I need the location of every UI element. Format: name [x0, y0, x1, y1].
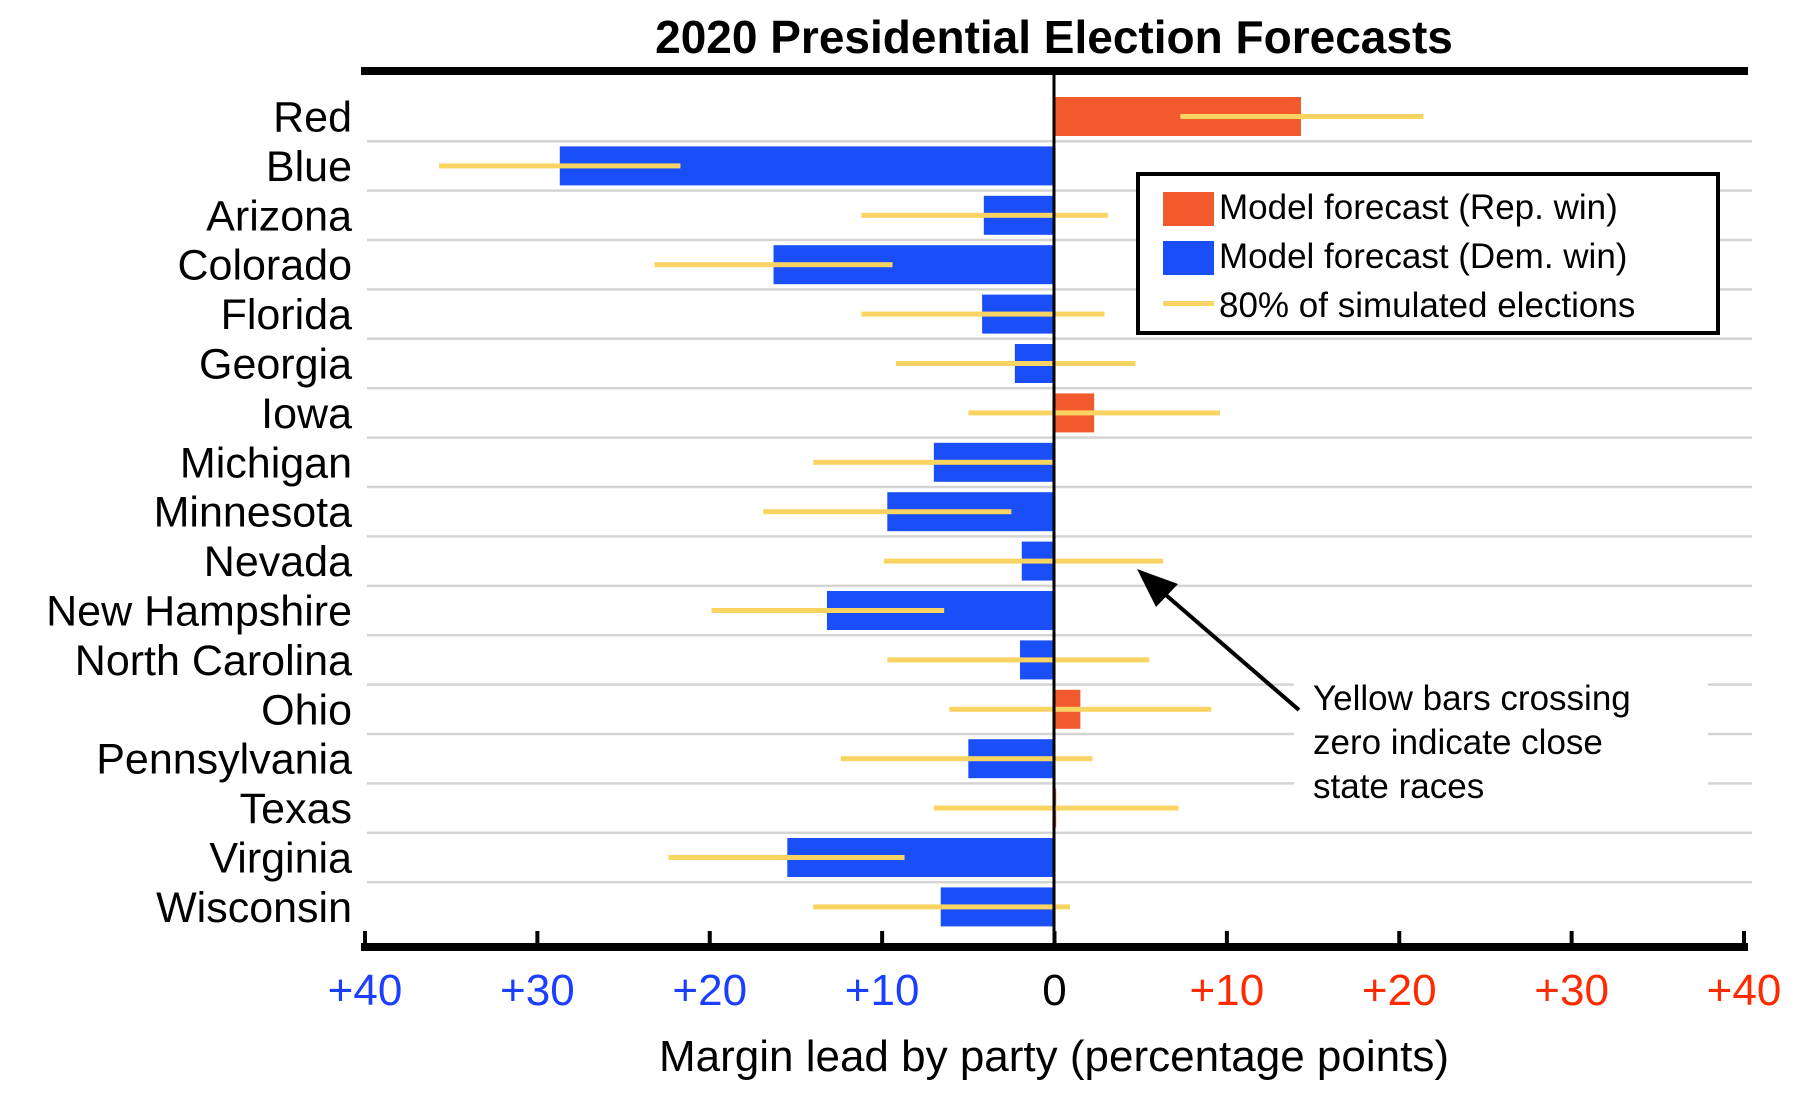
- legend-swatch-dem: [1163, 241, 1214, 275]
- interval-line-texas: [933, 805, 1179, 811]
- grid-line: [367, 584, 1752, 588]
- interval-line-colorado: [654, 262, 893, 268]
- grid-line: [367, 831, 1752, 835]
- x-tick-label: +30: [1534, 966, 1609, 1015]
- x-tick-label: +40: [1707, 966, 1782, 1015]
- category-labels: RedBlueArizonaColoradoFloridaGeorgiaIowa…: [46, 94, 352, 932]
- grid-line: [367, 139, 1752, 143]
- x-tick-mark: [1224, 931, 1229, 945]
- interval-line-red: [1180, 114, 1424, 119]
- category-label: North Carolina: [75, 637, 352, 685]
- top-frame-line: [361, 67, 1748, 75]
- interval-line-arizona: [861, 212, 1108, 218]
- interval-line-michigan: [813, 459, 1055, 465]
- annotation-line-2: zero indicate close: [1313, 723, 1603, 762]
- legend-label-dem: Model forecast (Dem. win): [1219, 237, 1627, 276]
- legend-swatch-interval: [1163, 301, 1214, 306]
- category-label: Virginia: [209, 835, 352, 883]
- zero-line: [1052, 75, 1056, 947]
- category-label: Pennsylvania: [96, 736, 352, 784]
- grid-line: [367, 436, 1752, 439]
- x-tick-label: +20: [672, 966, 747, 1015]
- x-tick-label: +10: [845, 966, 920, 1015]
- legend-label-rep: Model forecast (Rep. win): [1219, 188, 1618, 227]
- x-tick-mark: [1569, 931, 1574, 945]
- grid-line: [367, 535, 1752, 538]
- legend: Model forecast (Rep. win) Model forecast…: [1136, 172, 1720, 335]
- category-label: Wisconsin: [156, 884, 352, 932]
- interval-line-georgia: [895, 361, 1136, 366]
- x-tick-label: +40: [328, 966, 403, 1015]
- category-label: Arizona: [206, 192, 352, 240]
- legend-label-interval: 80% of simulated elections: [1219, 286, 1635, 325]
- category-label: Iowa: [261, 390, 352, 438]
- category-label: Colorado: [178, 242, 353, 290]
- grid-line: [367, 880, 1752, 884]
- interval-line-wisconsin: [813, 904, 1071, 910]
- x-axis-title: Margin lead by party (percentage points): [659, 1032, 1449, 1081]
- interval-line-florida: [861, 311, 1105, 317]
- x-tick-mark: [1742, 931, 1746, 945]
- category-label: Red: [273, 94, 352, 142]
- category-label: Texas: [240, 785, 352, 833]
- grid-line: [367, 386, 1752, 390]
- interval-line-nevada: [883, 558, 1164, 564]
- x-tick-mark: [707, 931, 712, 945]
- election-forecast-chart: 2020 Presidential Election Forecasts Red…: [46, 11, 1782, 1081]
- x-tick-label: 0: [1042, 966, 1066, 1015]
- x-tick-mark: [880, 931, 885, 945]
- interval-line-new-hampshire: [711, 608, 945, 613]
- annotation-line-3: state races: [1313, 767, 1484, 806]
- category-label: Florida: [221, 291, 353, 339]
- chart-title: 2020 Presidential Election Forecasts: [655, 11, 1453, 63]
- grid-line: [367, 485, 1752, 489]
- category-label: New Hampshire: [46, 588, 352, 636]
- x-tick-label: +30: [500, 966, 575, 1015]
- interval-line-blue: [439, 163, 681, 169]
- grid-line: [367, 337, 1752, 341]
- category-label: Blue: [266, 143, 352, 191]
- annotation-line-1: Yellow bars crossing: [1313, 679, 1631, 718]
- annotation: Yellow bars crossing zero indicate close…: [1137, 569, 1708, 814]
- interval-line-virginia: [668, 855, 905, 860]
- x-tick-mark: [535, 931, 540, 945]
- category-label: Ohio: [261, 686, 352, 734]
- interval-line-iowa: [968, 410, 1220, 416]
- interval-line-ohio: [949, 706, 1212, 712]
- x-tick-mark: [363, 931, 367, 945]
- grid-line: [367, 633, 1752, 637]
- interval-line-north-carolina: [887, 657, 1150, 663]
- category-label: Georgia: [199, 341, 352, 389]
- interval-line-minnesota: [763, 509, 1012, 515]
- x-tick-mark: [1397, 931, 1402, 945]
- x-tick-label: +10: [1190, 966, 1265, 1015]
- annotation-arrow-shaft: [1150, 581, 1301, 712]
- category-label: Minnesota: [154, 489, 352, 537]
- x-tick-mark: [1052, 931, 1057, 945]
- category-label: Michigan: [180, 439, 352, 487]
- legend-swatch-rep: [1163, 192, 1214, 226]
- category-label: Nevada: [204, 538, 352, 586]
- x-tick-label: +20: [1362, 966, 1437, 1015]
